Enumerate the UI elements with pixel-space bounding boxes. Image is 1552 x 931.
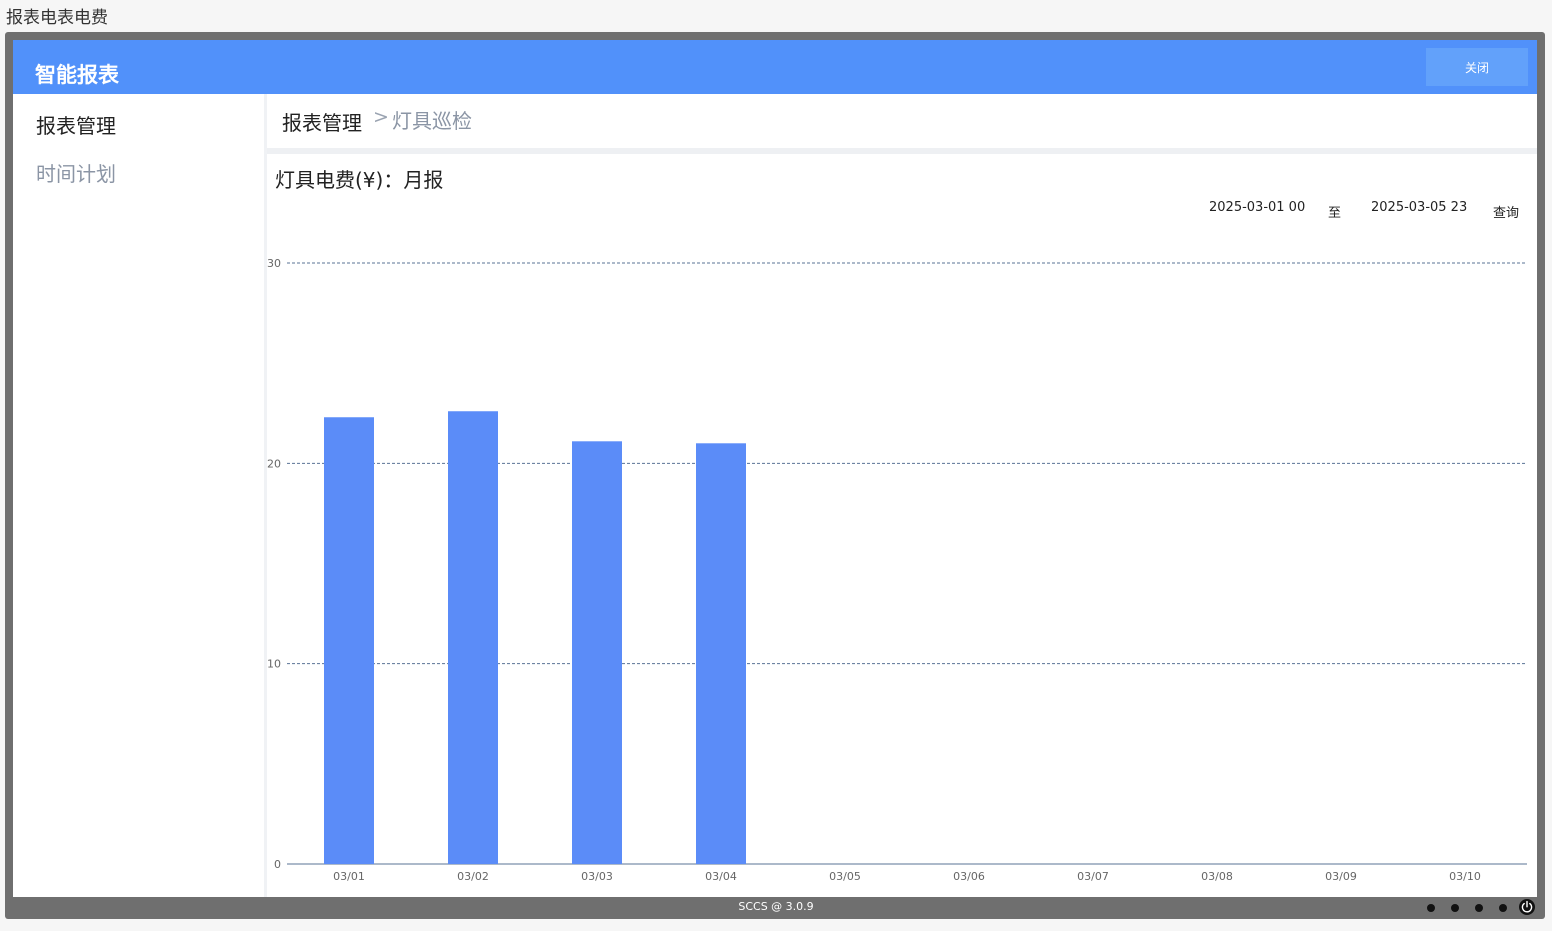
bar <box>572 441 622 864</box>
dot-icon[interactable] <box>1451 904 1459 912</box>
x-tick-label: 03/07 <box>1077 870 1109 883</box>
chart-title: 灯具电费(¥)：月报 <box>275 168 444 192</box>
x-tick-label: 03/03 <box>581 870 613 883</box>
breadcrumb-home[interactable]: 报表管理 <box>282 107 362 136</box>
breadcrumb: 报表管理 > 灯具巡检 <box>267 94 1537 148</box>
breadcrumb-current: 灯具巡检 <box>392 109 472 133</box>
x-tick-label: 03/09 <box>1325 870 1357 883</box>
x-tick-label: 03/10 <box>1449 870 1481 883</box>
date-to-picker[interactable]: 2025-03-05 23 <box>1371 200 1467 215</box>
content-divider <box>267 148 1537 154</box>
breadcrumb-separator: > <box>373 106 389 128</box>
close-button[interactable]: 关闭 <box>1426 48 1528 86</box>
x-tick-label: 03/08 <box>1201 870 1233 883</box>
query-button[interactable]: 查询 <box>1493 202 1519 221</box>
y-tick-label: 30 <box>267 257 281 270</box>
y-tick-label: 0 <box>274 858 281 871</box>
title-bar: 智能报表 关闭 <box>13 40 1537 94</box>
dot-icon[interactable] <box>1499 904 1507 912</box>
x-tick-label: 03/05 <box>829 870 861 883</box>
x-tick-label: 03/06 <box>953 870 985 883</box>
footer-version: SCCS @ 3.0.9 <box>738 900 814 913</box>
x-tick-label: 03/04 <box>705 870 737 883</box>
sidebar-item-report-management[interactable]: 报表管理 <box>36 110 116 139</box>
page-caption: 报表电表电费 <box>6 8 108 28</box>
app-title: 智能报表 <box>35 63 119 87</box>
y-tick-label: 20 <box>267 457 281 470</box>
y-tick-label: 10 <box>267 658 281 671</box>
dot-icon[interactable] <box>1427 904 1435 912</box>
sidebar: 报表管理 时间计划 <box>13 94 267 897</box>
bar-chart: 0 10 20 30 03/01 03/02 03/03 03/04 03/05 03/06 03/… <box>267 257 1527 883</box>
date-from-picker[interactable]: 2025-03-01 00 <box>1209 200 1305 215</box>
date-range-separator: 至 <box>1328 206 1342 221</box>
dot-icon[interactable] <box>1475 904 1483 912</box>
x-tick-label: 03/02 <box>457 870 489 883</box>
bar <box>324 417 374 864</box>
bar <box>448 411 498 864</box>
sidebar-item-time-plan[interactable]: 时间计划 <box>36 158 116 187</box>
bar <box>696 443 746 864</box>
x-tick-label: 03/01 <box>333 870 365 883</box>
power-icon[interactable] <box>1519 899 1535 915</box>
